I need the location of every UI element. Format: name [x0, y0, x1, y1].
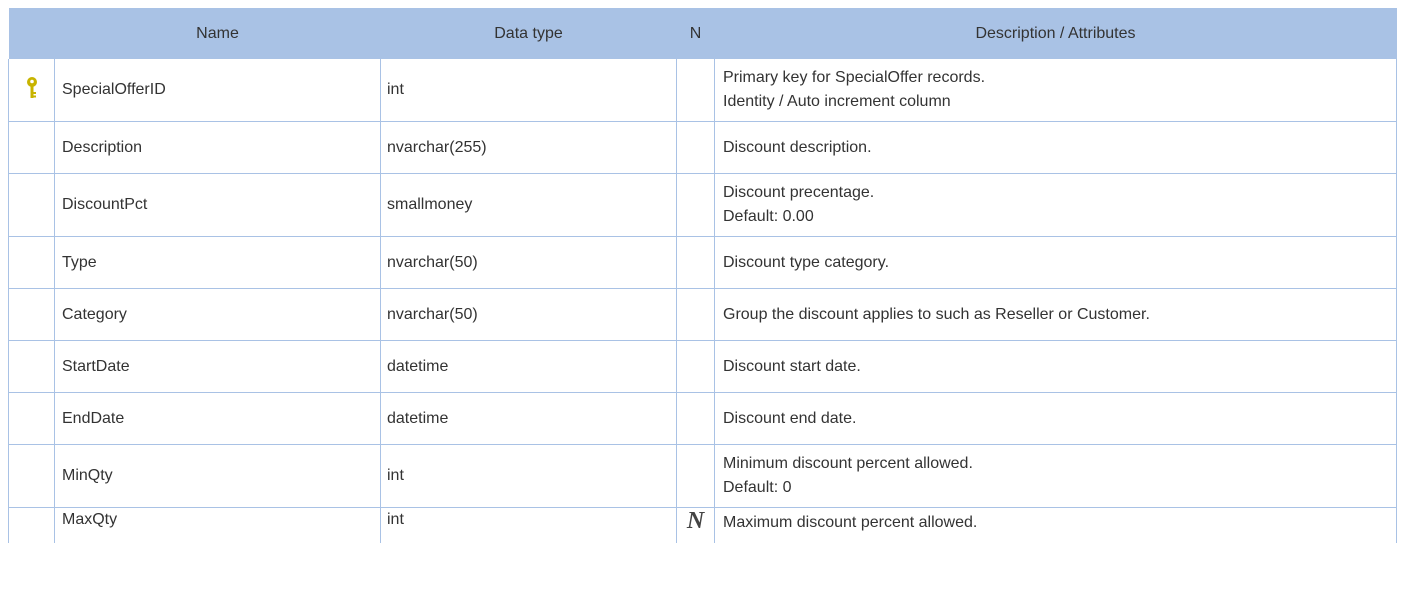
- nullable-cell: [676, 288, 715, 341]
- description-cell: Primary key for SpecialOffer records. Ide…: [714, 59, 1397, 122]
- description-cell: Group the discount applies to such as Re…: [714, 288, 1397, 341]
- column-name-cell: MinQty: [54, 444, 381, 508]
- description-line: Primary key for SpecialOffer records.: [723, 69, 986, 86]
- data-type-cell: datetime: [380, 392, 677, 445]
- header-description: Description / Attributes: [714, 8, 1397, 59]
- table-row: DiscountPct smallmoney Discount precentage…: [8, 173, 1397, 237]
- nullable-cell: [676, 236, 715, 289]
- row-icon-cell: [8, 288, 55, 341]
- column-name-cell: DiscountPct: [54, 173, 381, 237]
- description-line: Minimum discount percent allowed.: [723, 455, 973, 472]
- description-line: Discount start date.: [723, 357, 861, 375]
- table-row: Category nvarchar(50) Group the discount a…: [8, 288, 1397, 341]
- row-icon-cell: [8, 59, 55, 122]
- row-icon-cell: [8, 236, 55, 289]
- data-type-cell: int: [380, 444, 677, 508]
- table-row: MaxQty int N Maximum discount percent allow…: [8, 507, 1397, 543]
- data-type-cell: nvarchar(50): [380, 236, 677, 289]
- description-line: Default: 0: [723, 479, 792, 496]
- column-name-cell: SpecialOfferID: [54, 59, 381, 122]
- columns-table-container: Name Data type N Description / Attribute…: [8, 8, 1397, 543]
- description-line: Discount type category.: [723, 253, 890, 271]
- column-name-cell: Description: [54, 121, 381, 174]
- data-type-cell: smallmoney: [380, 173, 677, 237]
- nullable-cell: [676, 173, 715, 237]
- data-type-cell: nvarchar(255): [380, 121, 677, 174]
- description-cell: Discount description.: [714, 121, 1397, 174]
- key-icon: [25, 76, 39, 100]
- row-icon-cell: [8, 340, 55, 393]
- nullable-cell: [676, 392, 715, 445]
- table-row: StartDate datetime Discount start date.: [8, 340, 1397, 393]
- nullable-cell: [676, 444, 715, 508]
- row-icon-cell: [8, 173, 55, 237]
- nullable-mark: N: [686, 508, 705, 534]
- table-row: SpecialOfferID int Primary key for Special…: [8, 59, 1397, 122]
- nullable-cell: [676, 59, 715, 122]
- header-row: Name Data type N Description / Attribute…: [8, 8, 1397, 59]
- column-name-cell: StartDate: [54, 340, 381, 393]
- description-cell: Minimum discount percent allowed. Default…: [714, 444, 1397, 508]
- description-cell: Discount precentage. Default: 0.00: [714, 173, 1397, 237]
- table-row: Type nvarchar(50) Discount type category.: [8, 236, 1397, 289]
- column-name-cell: EndDate: [54, 392, 381, 445]
- columns-table: Name Data type N Description / Attribute…: [8, 8, 1397, 543]
- description-cell: Maximum discount percent allowed.: [714, 507, 1397, 543]
- row-icon-cell: [8, 507, 55, 543]
- description-cell: Discount start date.: [714, 340, 1397, 393]
- column-name-cell: Category: [54, 288, 381, 341]
- description-cell: Discount end date.: [714, 392, 1397, 445]
- nullable-cell: N: [676, 507, 715, 543]
- description-line: Discount precentage.: [723, 184, 875, 201]
- data-type-cell: nvarchar(50): [380, 288, 677, 341]
- nullable-cell: [676, 340, 715, 393]
- description-line: Maximum discount percent allowed.: [723, 514, 978, 531]
- description-cell: Discount type category.: [714, 236, 1397, 289]
- table-row: MinQty int Minimum discount percent allowe…: [8, 444, 1397, 508]
- header-nullable: N: [676, 8, 715, 59]
- row-icon-cell: [8, 121, 55, 174]
- header-icon-column: [8, 8, 55, 59]
- header-data-type: Data type: [380, 8, 677, 59]
- table-row: EndDate datetime Discount end date.: [8, 392, 1397, 445]
- description-line: Identity / Auto increment column: [723, 93, 951, 110]
- description-line: Discount description.: [723, 138, 872, 156]
- table-row: Description nvarchar(255) Discount descrip…: [8, 121, 1397, 174]
- description-line: Discount end date.: [723, 409, 857, 427]
- header-name: Name: [54, 8, 381, 59]
- data-type-cell: int: [380, 507, 677, 543]
- row-icon-cell: [8, 444, 55, 508]
- nullable-cell: [676, 121, 715, 174]
- data-type-cell: datetime: [380, 340, 677, 393]
- data-type-cell: int: [380, 59, 677, 122]
- column-name-cell: Type: [54, 236, 381, 289]
- column-name-cell: MaxQty: [54, 507, 381, 543]
- description-line: Default: 0.00: [723, 208, 814, 225]
- description-line: Group the discount applies to such as Re…: [723, 305, 1150, 323]
- row-icon-cell: [8, 392, 55, 445]
